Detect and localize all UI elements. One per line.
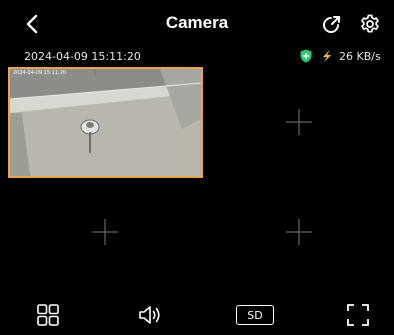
layout-button[interactable] [35, 302, 61, 328]
speaker-icon [139, 306, 160, 324]
network-speed-label: 26 KB/s [339, 50, 381, 63]
settings-button[interactable] [358, 12, 382, 36]
header-bar: Camera [0, 0, 394, 46]
add-camera-slot-2[interactable] [202, 67, 394, 177]
camera-cell-1[interactable]: 2024-04-09 15:11:20 [8, 67, 203, 178]
fullscreen-button[interactable] [345, 302, 371, 328]
quality-sd-button[interactable]: SD [236, 305, 274, 325]
plus-icon [92, 219, 118, 245]
timestamp-label: 2024-04-09 15:11:20 [24, 50, 141, 63]
plus-icon [286, 219, 312, 245]
share-arrow-icon [323, 16, 340, 33]
bottom-toolbar: SD [0, 298, 394, 334]
gear-icon [361, 14, 379, 33]
share-button[interactable] [320, 12, 344, 36]
shield-plus-icon [300, 49, 312, 63]
status-row: 2024-04-09 15:11:20 26 KB/s [0, 48, 394, 66]
live-feed[interactable]: 2024-04-09 15:11:20 [8, 67, 203, 178]
sound-button[interactable] [138, 302, 164, 328]
camera-grid: 2024-04-09 15:11:20 [8, 67, 394, 287]
add-camera-slot-4[interactable] [202, 177, 394, 287]
plus-icon [286, 109, 312, 135]
lightning-icon [323, 49, 331, 63]
fullscreen-icon [347, 304, 369, 326]
grid-layout-icon [37, 304, 59, 326]
add-camera-slot-3[interactable] [8, 177, 202, 287]
feed-image [10, 69, 201, 176]
feed-timestamp: 2024-04-09 15:11:20 [13, 70, 67, 76]
